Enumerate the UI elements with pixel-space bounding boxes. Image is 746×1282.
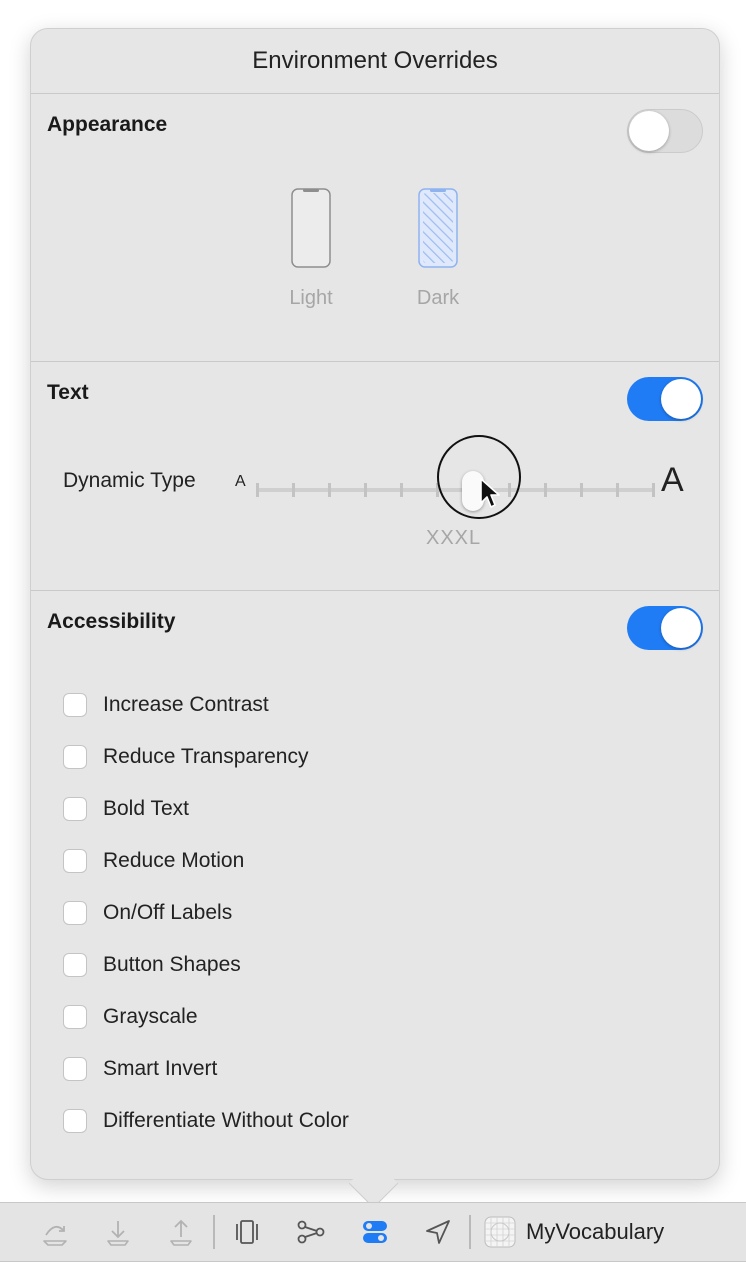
view-hierarchy-icon[interactable] [232, 1217, 262, 1247]
checkbox[interactable] [63, 693, 87, 717]
checkbox-grayscale[interactable]: Grayscale [63, 1003, 198, 1031]
environment-overrides-icon[interactable] [360, 1217, 390, 1247]
divider [31, 590, 719, 591]
checkbox-label: Reduce Transparency [103, 745, 309, 768]
checkbox-label: Increase Contrast [103, 693, 269, 716]
checkbox-button-shapes[interactable]: Button Shapes [63, 951, 241, 979]
checkbox[interactable] [63, 1057, 87, 1081]
checkbox[interactable] [63, 953, 87, 977]
text-section-title: Text [47, 381, 89, 404]
dynamic-type-value: XXXL [426, 527, 482, 549]
checkbox-label: On/Off Labels [103, 901, 233, 924]
toggle-knob [661, 608, 701, 648]
toolbar-separator [213, 1215, 215, 1249]
divider [31, 93, 719, 94]
checkbox-label: Bold Text [103, 797, 189, 820]
checkbox[interactable] [63, 1109, 87, 1133]
step-out-icon[interactable] [166, 1217, 196, 1247]
checkbox-label: Smart Invert [103, 1057, 218, 1080]
checkbox-label: Grayscale [103, 1005, 198, 1028]
appearance-option-label: Dark [416, 287, 460, 309]
memory-graph-icon[interactable] [296, 1217, 326, 1247]
accessibility-title: Accessibility [47, 610, 176, 633]
slider-tick [364, 483, 367, 497]
appearance-title: Appearance [47, 113, 168, 136]
small-text-glyph: A [235, 473, 246, 490]
appearance-toggle[interactable] [627, 109, 703, 153]
checkbox[interactable] [63, 849, 87, 873]
slider-tick [544, 483, 547, 497]
checkbox[interactable] [63, 797, 87, 821]
location-icon[interactable] [423, 1217, 453, 1247]
iphone-dark-icon [418, 188, 458, 268]
toggle-knob [661, 379, 701, 419]
accessibility-toggle[interactable] [627, 606, 703, 650]
slider-tick [652, 483, 655, 497]
checkbox-label: Button Shapes [103, 953, 241, 976]
divider [31, 361, 719, 362]
text-toggle[interactable] [627, 377, 703, 421]
checkbox-smart-invert[interactable]: Smart Invert [63, 1055, 217, 1083]
slider-tick [400, 483, 403, 497]
appearance-option-dark[interactable]: Dark [398, 187, 478, 310]
checkbox-on-off-labels[interactable]: On/Off Labels [63, 899, 232, 927]
checkbox-label: Differentiate Without Color [103, 1109, 349, 1132]
slider-tick [616, 483, 619, 497]
slider-tick [292, 483, 295, 497]
checkbox-reduce-motion[interactable]: Reduce Motion [63, 847, 244, 875]
checkbox[interactable] [63, 901, 87, 925]
slider-tick [256, 483, 259, 497]
checkbox-bold-text[interactable]: Bold Text [63, 795, 189, 823]
toolbar-separator [469, 1215, 471, 1249]
environment-overrides-popover: Environment Overrides Appearance Light D… [30, 28, 720, 1180]
appearance-option-light[interactable]: Light [271, 187, 351, 310]
checkbox[interactable] [63, 1005, 87, 1029]
toggle-knob [629, 111, 669, 151]
scheme-name[interactable]: MyVocabulary [526, 1219, 664, 1245]
dynamic-type-label: Dynamic Type [63, 469, 196, 492]
checkbox[interactable] [63, 745, 87, 769]
step-into-icon[interactable] [103, 1217, 133, 1247]
step-over-icon[interactable] [40, 1217, 70, 1247]
large-text-glyph: A [661, 461, 684, 499]
appearance-option-label: Light [289, 287, 333, 309]
app-icon[interactable] [484, 1216, 516, 1248]
iphone-light-icon [291, 188, 331, 268]
slider-tick [580, 483, 583, 497]
mouse-pointer-icon [480, 478, 500, 508]
popover-title: Environment Overrides [252, 47, 498, 74]
slider-tick [328, 483, 331, 497]
checkbox-differentiate-without-color[interactable]: Differentiate Without Color [63, 1107, 349, 1135]
debug-bar: MyVocabulary [0, 1202, 746, 1262]
checkbox-increase-contrast[interactable]: Increase Contrast [63, 691, 269, 719]
checkbox-reduce-transparency[interactable]: Reduce Transparency [63, 743, 308, 771]
checkbox-label: Reduce Motion [103, 849, 245, 872]
